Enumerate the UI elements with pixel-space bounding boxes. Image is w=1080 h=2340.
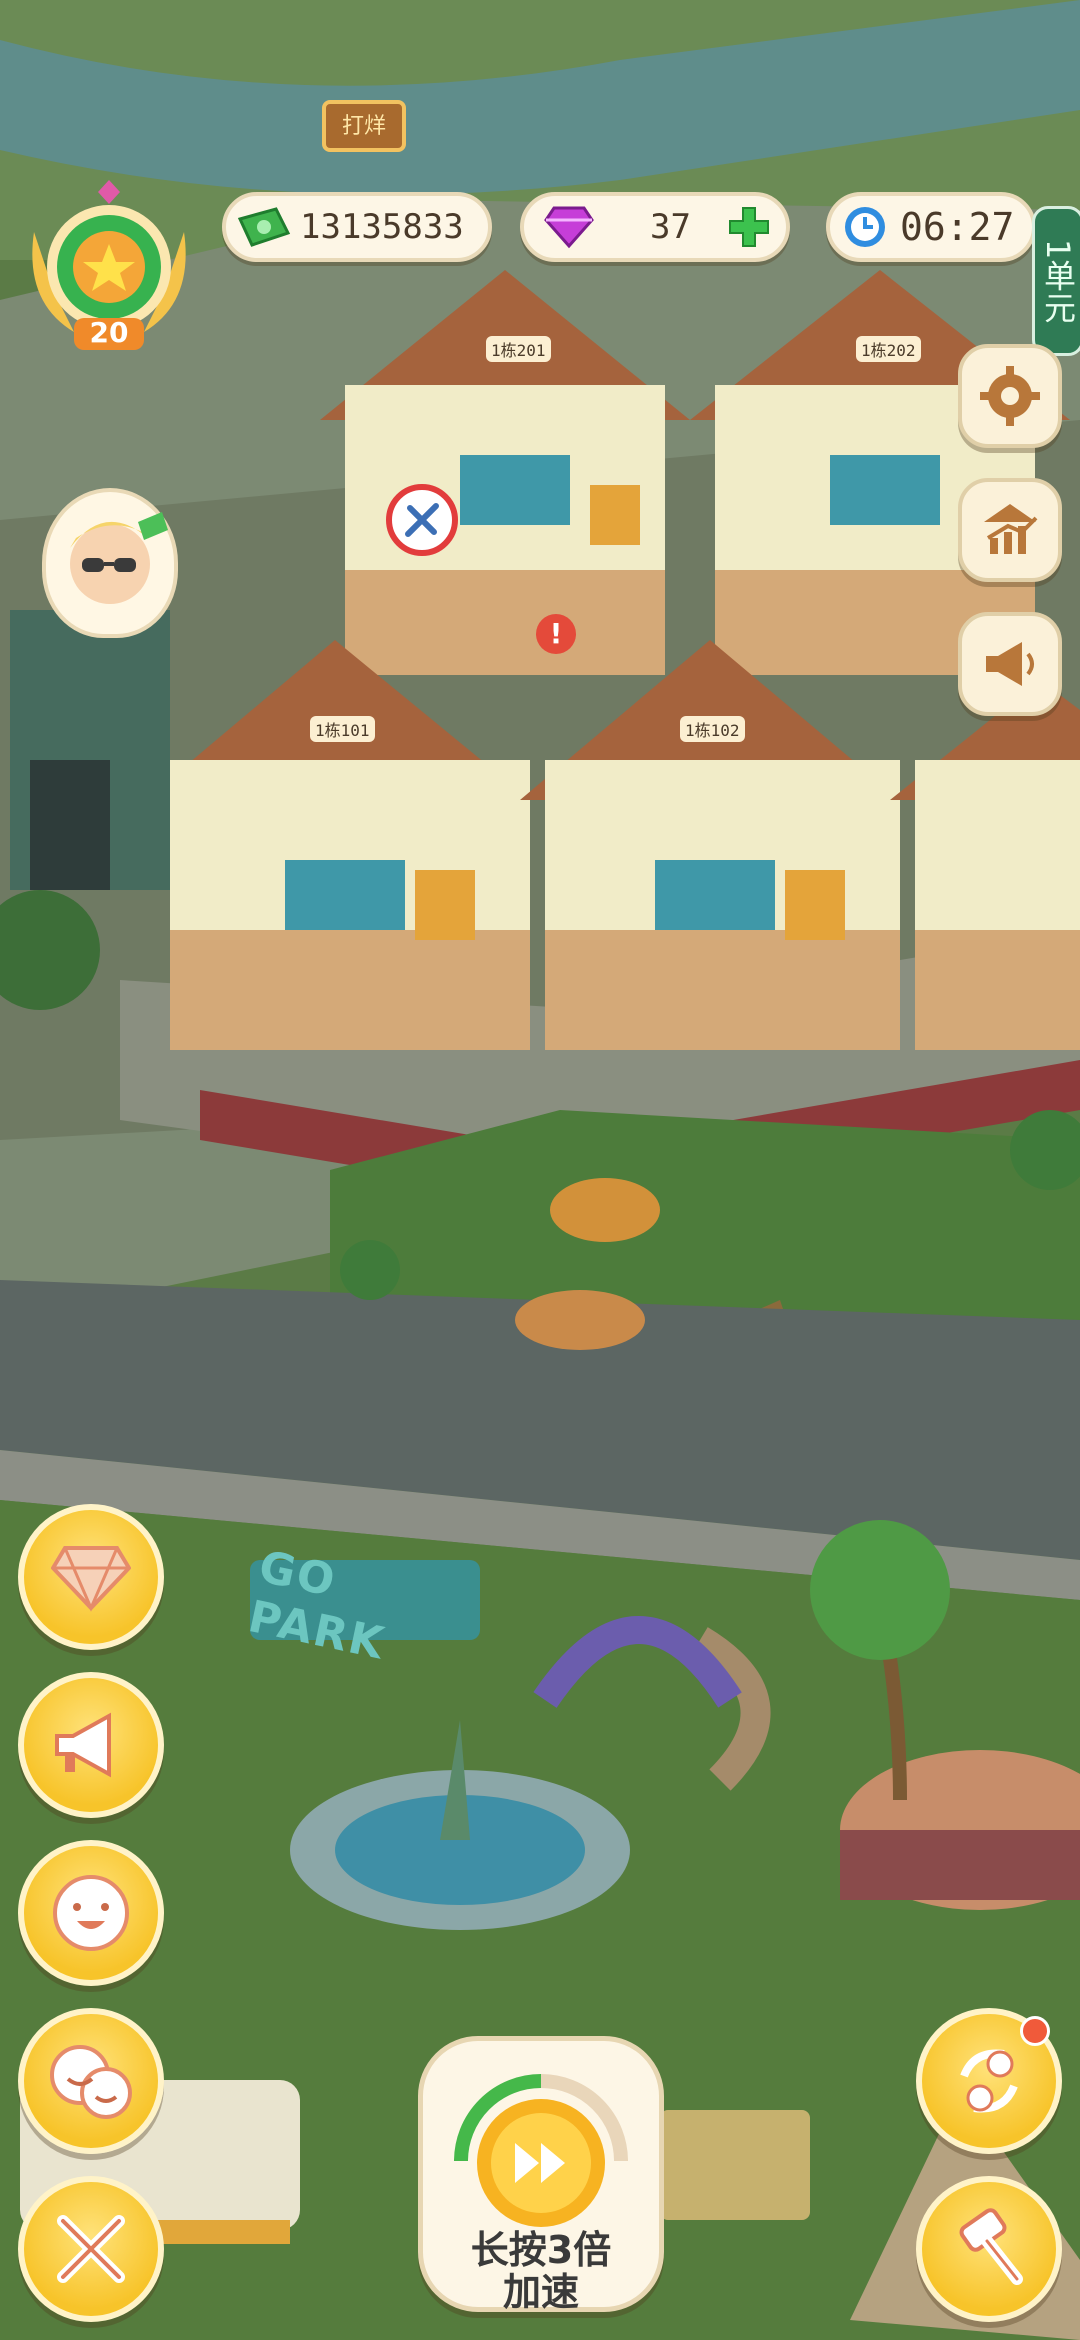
gear-icon (980, 366, 1040, 426)
player-level-value: 20 (89, 316, 129, 349)
smile-face-icon (53, 1875, 129, 1951)
settings-button[interactable] (958, 344, 1062, 448)
speed-boost-label-line2: 加速 (502, 2270, 579, 2314)
clock-icon (842, 204, 888, 250)
hammer-button[interactable] (916, 2176, 1062, 2322)
closed-sign-text: 打烊 (341, 114, 386, 139)
announcement-button[interactable] (958, 612, 1062, 716)
refresh-arrows-icon (960, 2049, 1018, 2113)
stats-button[interactable] (958, 478, 1062, 582)
gem-value: 37 (650, 207, 691, 247)
notification-dot (1020, 2016, 1050, 2046)
tools-icon (57, 2215, 125, 2283)
cash-counter[interactable]: 13135833 (222, 192, 492, 262)
player-level-badge[interactable]: 20 (14, 172, 204, 362)
speed-boost-label: 长按3倍 加速 (423, 2229, 659, 2313)
diamond-shop-button[interactable] (18, 1504, 164, 1650)
room-label-202: 1栋202 (856, 336, 921, 362)
speed-boost-button[interactable]: 长按3倍 加速 (418, 2036, 664, 2313)
emoji-button[interactable] (18, 1840, 164, 1986)
social-button[interactable] (18, 2008, 164, 2154)
megaphone-icon (986, 642, 1034, 686)
megaphone-icon (55, 1712, 111, 1778)
cash-value: 13135833 (300, 207, 464, 247)
broadcast-button[interactable] (18, 1672, 164, 1818)
chart-up-icon (984, 504, 1038, 554)
gem-counter[interactable]: 37 (520, 192, 790, 262)
unit-tag[interactable]: 1单元 (1032, 206, 1080, 356)
add-gems-button[interactable] (726, 204, 772, 250)
hammer-icon (959, 2208, 1023, 2285)
room-label-102: 1栋102 (680, 716, 745, 742)
speed-boost-label-line1: 长按3倍 (470, 2228, 612, 2272)
manager-avatar[interactable] (42, 488, 178, 638)
diamond-icon (51, 1546, 131, 1612)
clock-value: 06:27 (900, 205, 1015, 249)
warning-icon[interactable]: ! (536, 614, 576, 654)
repair-tools-button[interactable] (18, 2176, 164, 2322)
room-label-101: 1栋101 (310, 716, 375, 742)
two-faces-icon (50, 2045, 132, 2119)
gem-icon (544, 204, 594, 250)
game-clock: 06:27 (826, 192, 1036, 262)
repair-needed-icon[interactable] (386, 484, 458, 556)
room-label-201: 1栋201 (486, 336, 551, 362)
cash-icon (236, 205, 292, 249)
closed-sign[interactable]: 打烊 (322, 100, 406, 152)
plus-icon (729, 207, 769, 247)
swap-button[interactable] (916, 2008, 1062, 2154)
